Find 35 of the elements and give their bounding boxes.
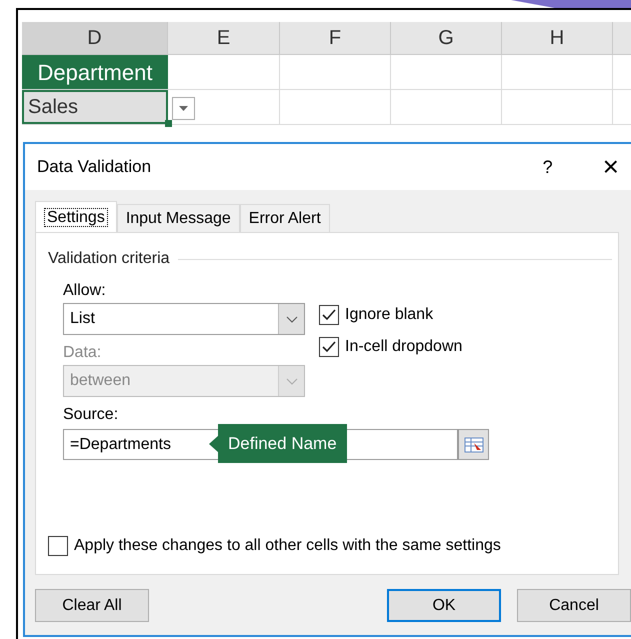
tab[interactable]: Input Message (116, 204, 240, 232)
callout-pointer-icon (209, 435, 219, 453)
window-title: Data Validation (37, 156, 152, 178)
checkbox-label: Apply these changes to all other cells with the same settings (74, 536, 501, 556)
checkmark-icon (322, 309, 336, 321)
checkbox[interactable] (48, 536, 68, 556)
source-value: =Departments (70, 434, 171, 454)
group-title: Validation criteria (48, 249, 170, 269)
header-cell: Department (22, 55, 168, 89)
cell-dropdown-button[interactable] (172, 97, 195, 120)
caret-icon (179, 106, 188, 111)
fill-handle[interactable] (165, 120, 172, 127)
tab[interactable]: Settings (35, 201, 117, 233)
checkmark-icon (322, 341, 336, 353)
close-button[interactable]: × (602, 153, 619, 181)
field-label: Data: (63, 343, 102, 363)
checkbox[interactable] (319, 305, 339, 325)
checkbox-label: In-cell dropdown (345, 337, 462, 357)
field-label: Allow: (63, 281, 107, 301)
dropdown[interactable]: List (63, 303, 305, 335)
active-cell[interactable]: Sales (22, 90, 168, 124)
dialog-button[interactable]: Cancel (517, 589, 631, 622)
checkbox-label: Ignore blank (345, 305, 434, 325)
dialog-button[interactable]: Clear All (35, 589, 149, 622)
dialog-button[interactable]: OK (387, 589, 501, 622)
range-select-button[interactable] (458, 429, 489, 460)
column-header[interactable]: D (22, 22, 168, 54)
range-picker-icon (464, 436, 484, 452)
callout-tooltip: Defined Name (218, 424, 347, 463)
checkbox[interactable] (319, 337, 339, 357)
chevron-down-icon (286, 378, 298, 384)
help-button[interactable]: ? (542, 154, 553, 180)
field-label: Source: (63, 405, 120, 425)
chevron-down-icon (286, 316, 298, 322)
tab[interactable]: Error Alert (240, 204, 330, 232)
